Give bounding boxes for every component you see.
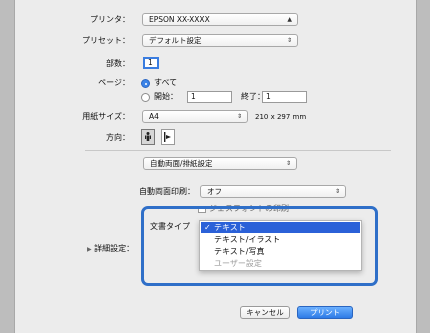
orientation-landscape-button[interactable] — [161, 129, 175, 145]
updown-arrows-icon: ⇕ — [285, 160, 291, 167]
duplex-popup[interactable]: オフ ⇕ — [200, 185, 346, 198]
updown-arrows-icon: ▲ — [287, 16, 292, 23]
printer-value: EPSON XX-XXXX — [149, 15, 210, 24]
section-popup[interactable]: 自動両面/排紙設定 ⇕ — [143, 157, 297, 170]
copies-label: 部数： — [106, 59, 130, 68]
cancel-button[interactable]: キャンセル — [240, 306, 290, 319]
pages-label: ページ： — [98, 78, 130, 87]
section-popup-value: 自動両面/排紙設定 — [150, 159, 213, 168]
printer-popup[interactable]: EPSON XX-XXXX ▲ — [142, 13, 298, 26]
checkmark-icon: ✓ — [204, 223, 211, 232]
print-dialog-panel: プリンタ： EPSON XX-XXXX ▲ プリセット： デフォルト設定 ⇕ 部… — [15, 0, 416, 333]
pages-from-label: 開始： — [154, 92, 178, 101]
pages-from-input[interactable]: 1 — [187, 91, 232, 103]
updown-arrows-icon: ⇕ — [286, 37, 292, 44]
paper-size-popup[interactable]: A4 ⇕ — [142, 110, 248, 123]
orientation-portrait-button[interactable] — [141, 129, 155, 145]
pages-all-label: すべて — [154, 78, 178, 87]
paper-dimensions: 210 x 297 mm — [255, 113, 307, 121]
preset-label: プリセット： — [82, 36, 130, 45]
menu-item-user-settings: ユーザー設定 — [214, 259, 262, 268]
advanced-settings-text: 詳細設定： — [94, 244, 135, 253]
document-type-label: 文書タイプ — [150, 222, 190, 231]
copies-input[interactable]: 1 — [143, 57, 159, 69]
pages-to-input[interactable]: 1 — [262, 91, 307, 103]
preset-value: デフォルト設定 — [149, 36, 202, 45]
right-edge — [416, 0, 430, 333]
duplex-value: オフ — [207, 187, 222, 196]
menu-item-text-illustration[interactable]: テキスト/イラスト — [201, 234, 360, 245]
portrait-person-icon — [145, 132, 151, 141]
pages-all-radio[interactable] — [141, 79, 150, 88]
paper-size-label: 用紙サイズ： — [82, 112, 130, 121]
landscape-person-icon — [164, 132, 171, 142]
pages-range-radio[interactable] — [141, 93, 150, 102]
printer-label: プリンタ： — [90, 15, 130, 24]
menu-item-text-photo[interactable]: テキスト/写真 — [201, 246, 360, 257]
disclosure-triangle-icon: ▶ — [87, 246, 92, 253]
paper-size-value: A4 — [149, 112, 159, 121]
duplex-label: 自動両面印刷： — [139, 187, 195, 196]
advanced-settings-label[interactable]: ▶ 詳細設定： — [87, 244, 134, 255]
print-button[interactable]: プリント — [297, 306, 353, 319]
separator-line — [85, 150, 391, 151]
preset-popup[interactable]: デフォルト設定 ⇕ — [142, 34, 298, 47]
document-type-menu[interactable]: ✓ テキスト テキスト/イラスト テキスト/写真 ユーザー設定 — [199, 220, 362, 271]
updown-arrows-icon: ⇕ — [334, 188, 340, 195]
left-edge — [0, 0, 15, 333]
menu-item-text[interactable]: ✓ テキスト — [201, 222, 360, 233]
updown-arrows-icon: ⇕ — [236, 113, 242, 120]
orientation-label: 方向： — [106, 133, 130, 142]
